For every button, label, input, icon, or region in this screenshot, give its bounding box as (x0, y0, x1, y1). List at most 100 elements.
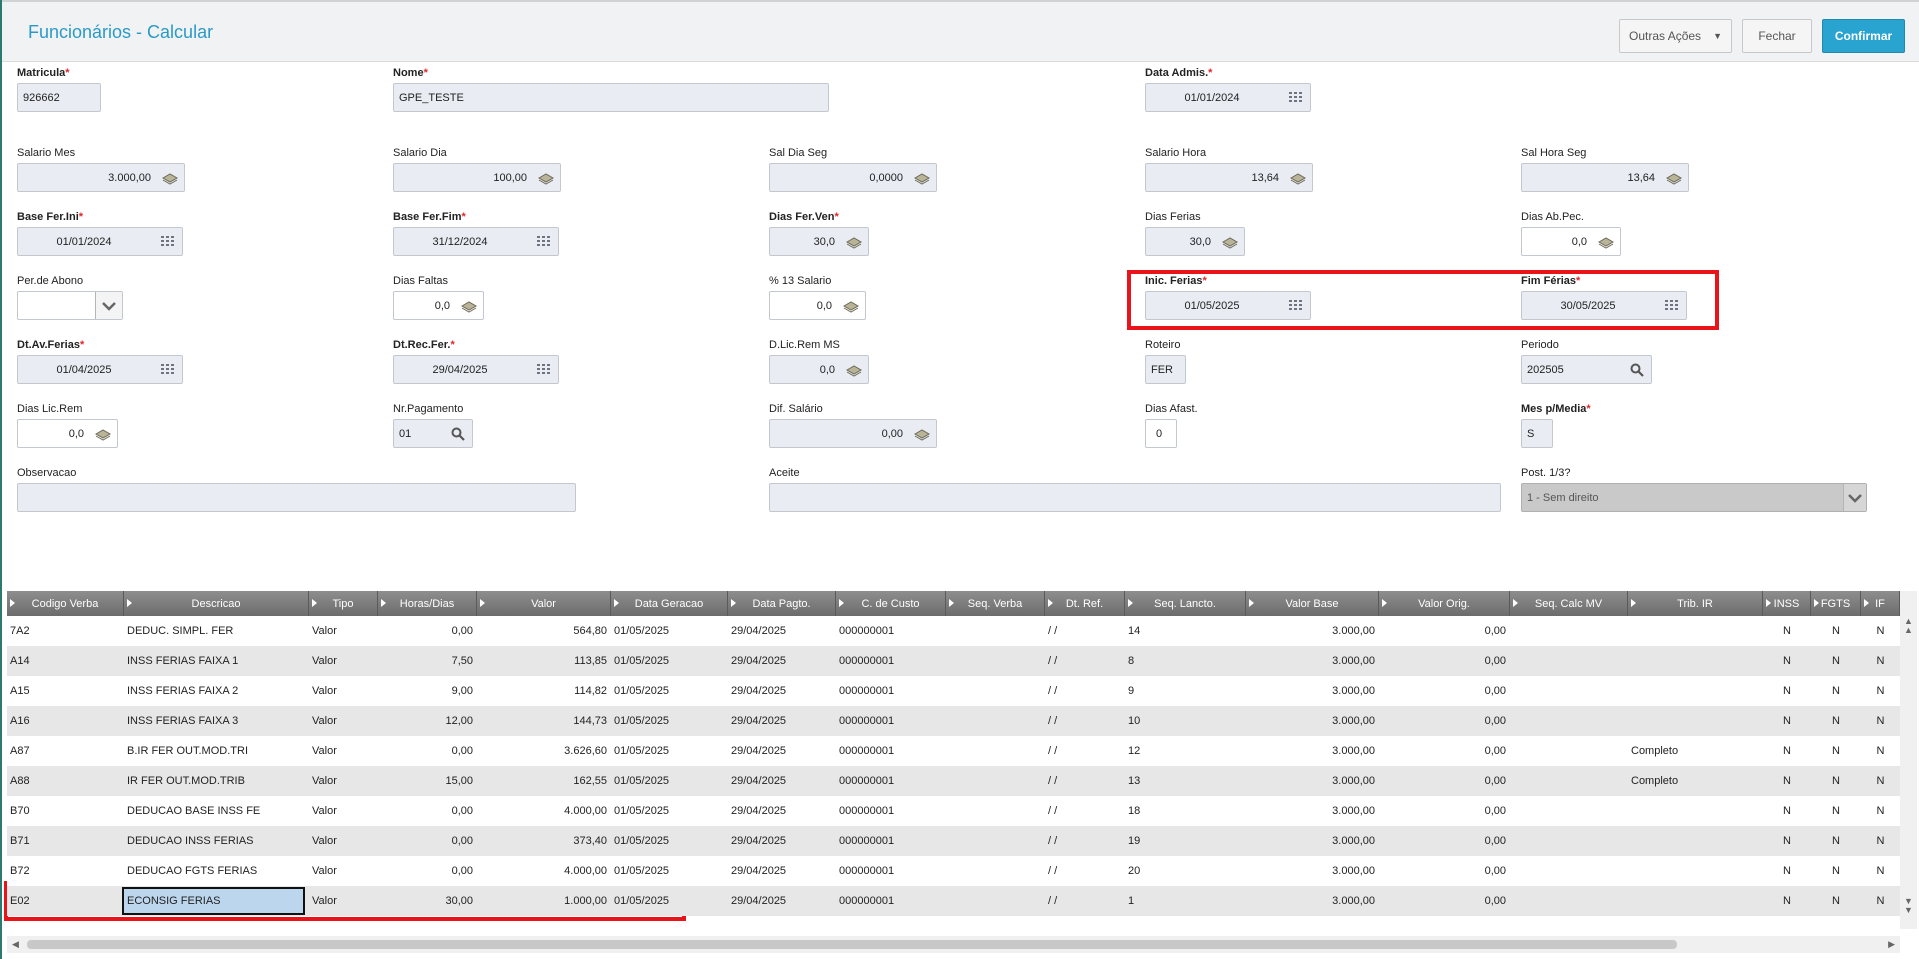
table-row[interactable]: A16 INSS FERIAS FAIXA 3 Valor 12,00 144,73 01… (7, 706, 1900, 736)
table-cell-fgts[interactable]: N (1811, 706, 1861, 736)
table-cell-seq-lancto[interactable]: 1 (1125, 886, 1246, 916)
table-cell-seq-verba[interactable] (946, 676, 1045, 706)
scroll-thumb[interactable] (27, 940, 1677, 949)
table-cell-tipo[interactable]: Valor (309, 766, 378, 796)
periodo-field[interactable]: 202505 (1521, 355, 1652, 384)
grid-header-c-de-custo[interactable]: C. de Custo (836, 591, 946, 616)
table-cell-trib-ir[interactable] (1628, 886, 1763, 916)
calculator-icon[interactable] (837, 292, 865, 319)
table-cell-c-de-custo[interactable]: 000000001 (836, 856, 946, 886)
table-cell-c-de-custo[interactable]: 000000001 (836, 766, 946, 796)
table-cell-trib-ir[interactable] (1628, 646, 1763, 676)
table-cell-dt-ref[interactable]: / / (1045, 646, 1125, 676)
table-cell-fgts[interactable]: N (1811, 736, 1861, 766)
table-cell-trib-ir[interactable] (1628, 856, 1763, 886)
table-cell-if[interactable]: N (1861, 616, 1900, 646)
table-cell-seq-lancto[interactable]: 12 (1125, 736, 1246, 766)
table-cell-trib-ir[interactable] (1628, 616, 1763, 646)
calculator-icon[interactable] (156, 164, 184, 191)
dt-av-ferias-field[interactable]: 01/04/2025 (17, 355, 183, 384)
scroll-top-icon[interactable]: ▲ ▲ (1904, 617, 1913, 635)
table-cell-codigo-verba[interactable]: B70 (7, 796, 124, 826)
table-cell-valor-base[interactable]: 3.000,00 (1246, 766, 1379, 796)
d-lic-rem-ms-field[interactable]: 0,0 (769, 355, 869, 384)
table-cell-seq-verba[interactable] (946, 886, 1045, 916)
table-cell-valor-orig[interactable]: 0,00 (1379, 886, 1510, 916)
table-row[interactable]: A87 B.IR FER OUT.MOD.TRI Valor 0,00 3.626,60… (7, 736, 1900, 766)
table-cell-codigo-verba[interactable]: A87 (7, 736, 124, 766)
table-cell-inss[interactable]: N (1763, 856, 1811, 886)
table-cell-codigo-verba[interactable]: A88 (7, 766, 124, 796)
grid-header-seq-calc-mv[interactable]: Seq. Calc MV (1510, 591, 1628, 616)
table-cell-valor[interactable]: 1.000,00 (477, 886, 611, 916)
table-cell-inss[interactable]: N (1763, 796, 1811, 826)
dias-ab-pec-field[interactable]: 0,0 (1521, 227, 1621, 256)
table-cell-seq-lancto[interactable]: 14 (1125, 616, 1246, 646)
dias-afast-field[interactable]: 0 (1145, 419, 1177, 448)
table-cell-valor-base[interactable]: 3.000,00 (1246, 616, 1379, 646)
table-cell-valor-orig[interactable]: 0,00 (1379, 676, 1510, 706)
salario-hora-field[interactable]: 13,64 (1145, 163, 1313, 192)
table-cell-horas-dias[interactable]: 0,00 (378, 736, 477, 766)
table-cell-seq-lancto[interactable]: 13 (1125, 766, 1246, 796)
search-icon[interactable] (444, 420, 472, 447)
grid-header-descricao[interactable]: Descricao (124, 591, 309, 616)
calculator-icon[interactable] (1660, 164, 1688, 191)
table-cell-valor[interactable]: 114,82 (477, 676, 611, 706)
scroll-bottom-icon[interactable]: ▼ ▼ (1904, 897, 1913, 915)
table-cell-descricao[interactable]: INSS FERIAS FAIXA 2 (124, 676, 309, 706)
table-cell-descricao[interactable]: INSS FERIAS FAIXA 3 (124, 706, 309, 736)
table-cell-seq-calc-mv[interactable] (1510, 646, 1628, 676)
table-cell-tipo[interactable]: Valor (309, 646, 378, 676)
table-cell-data-geracao[interactable]: 01/05/2025 (611, 766, 728, 796)
table-cell-seq-verba[interactable] (946, 616, 1045, 646)
table-cell-data-pagto[interactable]: 29/04/2025 (728, 826, 836, 856)
matricula-field[interactable]: 926662 (17, 83, 101, 112)
grid-header-valor-orig[interactable]: Valor Orig. (1379, 591, 1510, 616)
table-cell-trib-ir[interactable]: Completo (1628, 766, 1763, 796)
table-cell-trib-ir[interactable] (1628, 706, 1763, 736)
grid-header-trib-ir[interactable]: Trib. IR (1628, 591, 1763, 616)
data-admis-field[interactable]: 01/01/2024 (1145, 83, 1311, 112)
table-cell-dt-ref[interactable]: / / (1045, 676, 1125, 706)
table-row[interactable]: E02 ECONSIG FERIAS Valor 30,00 1.000,00 01/05… (7, 886, 1900, 916)
calculator-icon[interactable] (1592, 228, 1620, 255)
calendar-icon[interactable] (154, 228, 182, 255)
table-cell-data-geracao[interactable]: 01/05/2025 (611, 736, 728, 766)
grid-header-seq-verba[interactable]: Seq. Verba (946, 591, 1045, 616)
table-cell-trib-ir[interactable] (1628, 796, 1763, 826)
table-cell-seq-calc-mv[interactable] (1510, 706, 1628, 736)
table-cell-valor-orig[interactable]: 0,00 (1379, 706, 1510, 736)
calendar-icon[interactable] (530, 356, 558, 383)
table-cell-fgts[interactable]: N (1811, 616, 1861, 646)
table-cell-valor-orig[interactable]: 0,00 (1379, 766, 1510, 796)
table-cell-valor-orig[interactable]: 0,00 (1379, 736, 1510, 766)
table-cell-valor[interactable]: 564,80 (477, 616, 611, 646)
grid-header-data-pagto[interactable]: Data Pagto. (728, 591, 836, 616)
table-cell-valor[interactable]: 4.000,00 (477, 796, 611, 826)
table-cell-seq-calc-mv[interactable] (1510, 736, 1628, 766)
salario-dia-field[interactable]: 100,00 (393, 163, 561, 192)
dias-lic-rem-field[interactable]: 0,0 (17, 419, 118, 448)
table-cell-if[interactable]: N (1861, 766, 1900, 796)
table-cell-seq-verba[interactable] (946, 826, 1045, 856)
table-cell-descricao[interactable]: INSS FERIAS FAIXA 1 (124, 646, 309, 676)
calculator-icon[interactable] (840, 356, 868, 383)
table-cell-data-pagto[interactable]: 29/04/2025 (728, 706, 836, 736)
table-cell-valor-base[interactable]: 3.000,00 (1246, 646, 1379, 676)
grid-horizontal-scrollbar[interactable]: ◀ ▶ (7, 936, 1900, 953)
table-cell-seq-lancto[interactable]: 10 (1125, 706, 1246, 736)
table-cell-fgts[interactable]: N (1811, 676, 1861, 706)
dias-ferias-field[interactable]: 30,0 (1145, 227, 1245, 256)
table-cell-inss[interactable]: N (1763, 886, 1811, 916)
table-cell-horas-dias[interactable]: 0,00 (378, 796, 477, 826)
table-cell-valor-base[interactable]: 3.000,00 (1246, 706, 1379, 736)
dias-faltas-field[interactable]: 0,0 (393, 291, 484, 320)
calculator-icon[interactable] (89, 420, 117, 447)
table-cell-seq-verba[interactable] (946, 646, 1045, 676)
table-cell-valor-base[interactable]: 3.000,00 (1246, 736, 1379, 766)
table-row[interactable]: B72 DEDUCAO FGTS FERIAS Valor 0,00 4.000,00 0… (7, 856, 1900, 886)
calculator-icon[interactable] (1284, 164, 1312, 191)
roteiro-field[interactable]: FER (1145, 355, 1186, 384)
scroll-left-icon[interactable]: ◀ (12, 939, 19, 950)
